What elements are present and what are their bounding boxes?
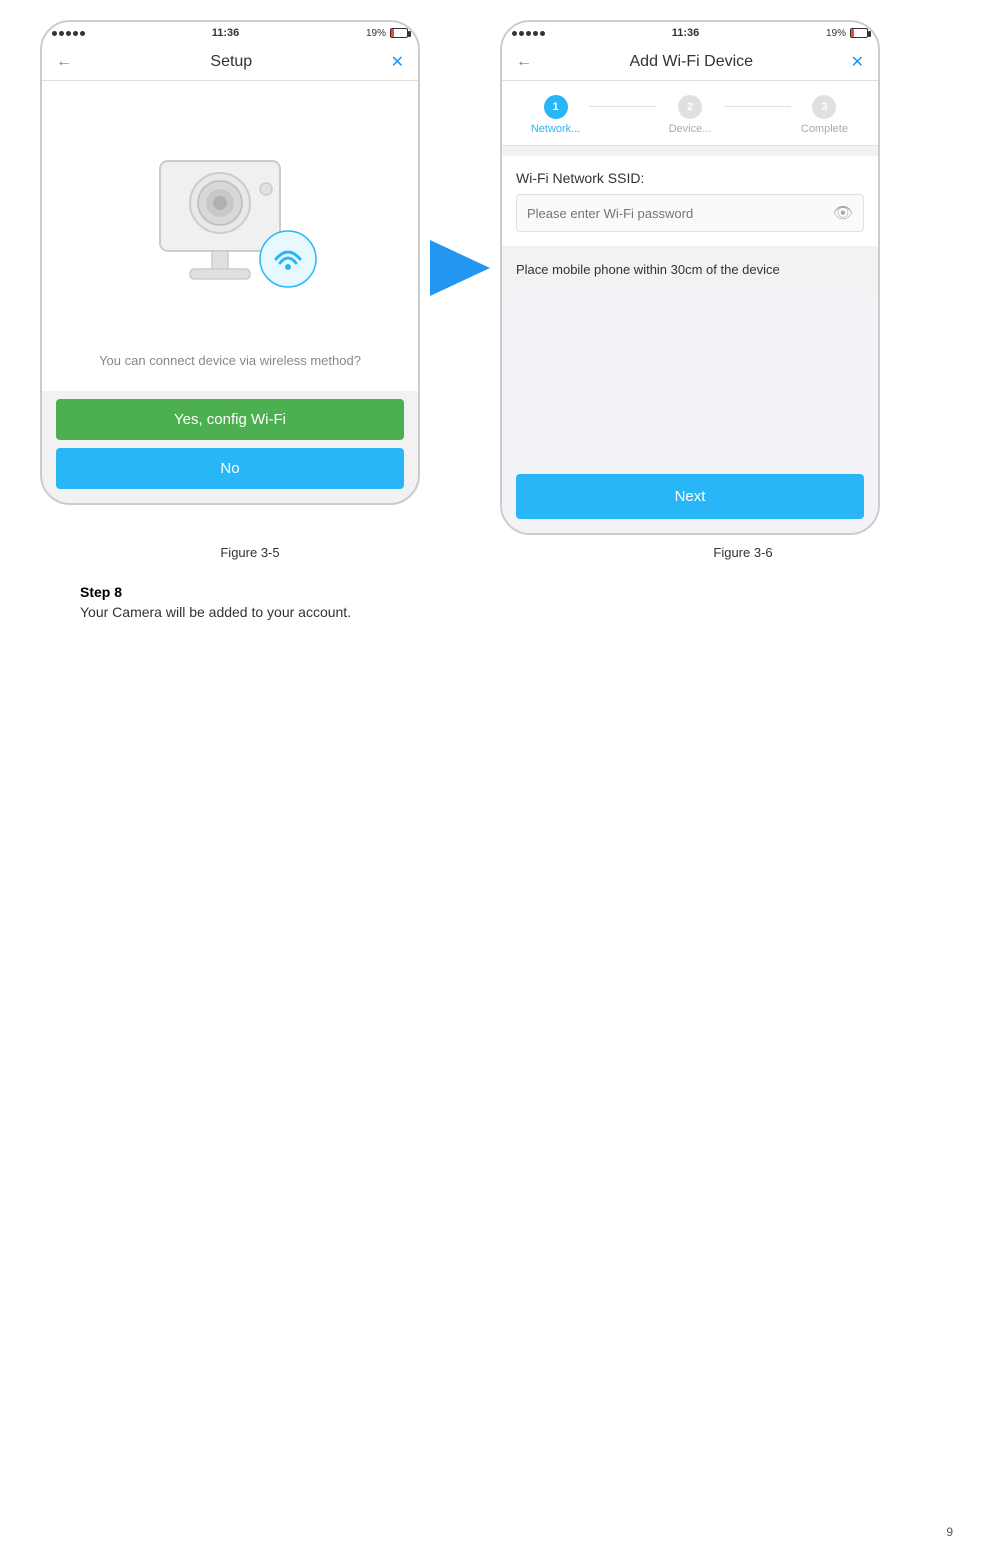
screenshots-row: 11:36 19% ← Setup ✕: [40, 20, 953, 535]
camera-svg: [130, 121, 330, 301]
signal-dots-1: [52, 31, 85, 36]
step-label-2: Device...: [669, 123, 712, 135]
wifi-password-row: 👁: [516, 194, 864, 232]
status-right-1: 19%: [366, 28, 408, 39]
figure-caption-1: Figure 3-5: [40, 545, 460, 560]
back-button-1[interactable]: ←: [56, 53, 72, 71]
status-bar-2: 11:36 19%: [502, 22, 878, 44]
no-button[interactable]: No: [56, 448, 404, 489]
app-header-1: ← Setup ✕: [42, 44, 418, 81]
status-time-2: 11:36: [672, 27, 700, 39]
yes-config-wifi-button[interactable]: Yes, config Wi-Fi: [56, 399, 404, 440]
steps-divider: [502, 145, 878, 146]
caption-spacer: [460, 545, 533, 560]
wifi-password-input[interactable]: [527, 206, 833, 221]
battery-icon-1: [390, 28, 408, 38]
step-item-2: 2 Device...: [656, 95, 723, 135]
figure1-caption-text: Figure 3-5: [220, 545, 279, 560]
phone-mockup-1: 11:36 19% ← Setup ✕: [40, 20, 420, 505]
app-header-2: ← Add Wi-Fi Device ✕: [502, 44, 878, 81]
phone-mockup-2: 11:36 19% ← Add Wi-Fi Device ✕ 1 Network: [500, 20, 880, 535]
header-title-2: Add Wi-Fi Device: [630, 53, 754, 71]
page-content: 11:36 19% ← Setup ✕: [0, 0, 993, 660]
page-number: 9: [946, 1525, 953, 1539]
connect-text: You can connect device via wireless meth…: [42, 341, 418, 391]
close-button-2[interactable]: ✕: [851, 52, 864, 72]
step-circle-3: 3: [812, 95, 836, 119]
arrow-container: [420, 240, 500, 296]
step-label-3: Complete: [801, 123, 848, 135]
wifi-hint-text: Place mobile phone within 30cm of the de…: [502, 246, 878, 294]
step-label-1: Network...: [531, 123, 581, 135]
header-title-1: Setup: [210, 53, 252, 71]
next-btn-area: Next: [502, 454, 878, 533]
status-time-1: 11:36: [212, 27, 240, 39]
step-circle-1: 1: [544, 95, 568, 119]
step8-section: Step 8 Your Camera will be added to your…: [40, 584, 953, 620]
figures-caption-row: Figure 3-5 Figure 3-6: [40, 545, 953, 560]
wifi-content-spacer: [502, 294, 878, 454]
battery-fill-2: [851, 29, 854, 37]
signal-dots-2: [512, 31, 545, 36]
step-item-3: 3 Complete: [791, 95, 858, 135]
wifi-ssid-label: Wi-Fi Network SSID:: [516, 170, 864, 186]
battery-percent-2: 19%: [826, 28, 846, 39]
step8-title: Step 8: [80, 584, 913, 600]
step-item-1: 1 Network...: [522, 95, 589, 135]
step-line-1: [589, 106, 656, 107]
wifi-form-area: Wi-Fi Network SSID: 👁: [502, 156, 878, 246]
back-button-2[interactable]: ←: [516, 53, 532, 71]
figure2-caption-text: Figure 3-6: [713, 545, 772, 560]
close-button-1[interactable]: ✕: [391, 52, 404, 72]
connect-text-label: You can connect device via wireless meth…: [99, 353, 361, 368]
right-arrow-icon: [430, 240, 490, 296]
steps-indicator: 1 Network... 2 Device... 3 Complete: [502, 81, 878, 145]
step-line-2: [724, 106, 791, 107]
camera-illustration: [42, 81, 418, 341]
eye-icon[interactable]: 👁: [833, 203, 853, 223]
step8-description: Your Camera will be added to your accoun…: [80, 604, 913, 620]
status-bar-1: 11:36 19%: [42, 22, 418, 44]
next-button[interactable]: Next: [516, 474, 864, 519]
status-right-2: 19%: [826, 28, 868, 39]
figure-caption-2: Figure 3-6: [533, 545, 953, 560]
battery-percent-1: 19%: [366, 28, 386, 39]
battery-icon-2: [850, 28, 868, 38]
battery-fill-1: [391, 29, 394, 37]
step-circle-2: 2: [678, 95, 702, 119]
